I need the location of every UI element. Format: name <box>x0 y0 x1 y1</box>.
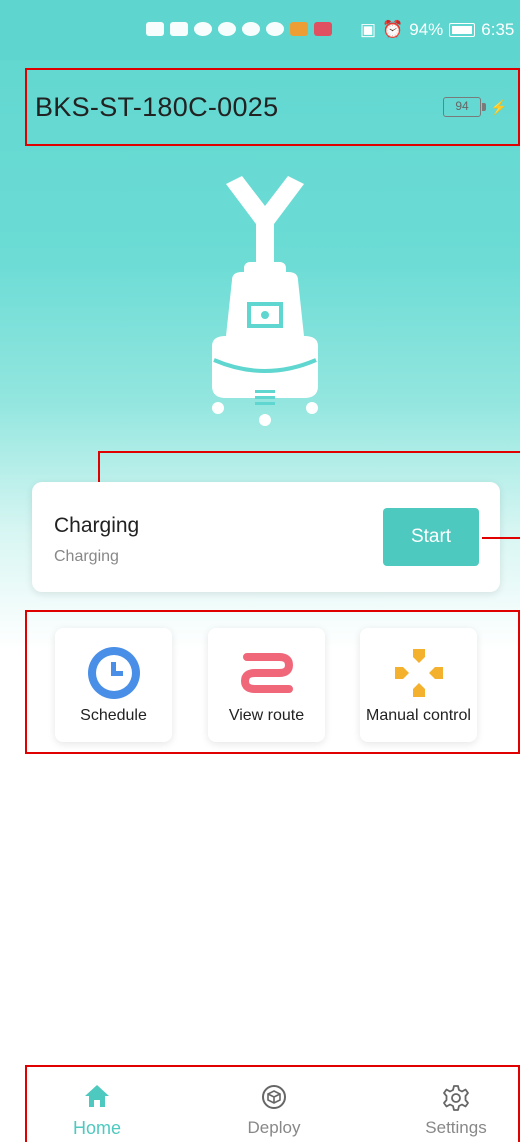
nfc-icon: ▣ <box>360 20 377 39</box>
battery-tip <box>482 103 486 111</box>
schedule-tile[interactable]: Schedule <box>55 628 172 742</box>
nav-settings[interactable]: Settings <box>391 1067 520 1142</box>
gear-icon <box>443 1085 469 1111</box>
dpad-icon <box>395 649 443 697</box>
home-icon <box>85 1085 109 1107</box>
charging-bolt-icon: ⚡ <box>490 99 508 115</box>
hd-icon <box>146 22 164 36</box>
annotation-line <box>482 537 520 539</box>
nav-label-deploy: Deploy <box>247 1118 301 1137</box>
cube-icon <box>262 1085 286 1109</box>
app-icon <box>266 22 284 36</box>
status-right: ▣ ⏰ 94% 6:35 <box>360 20 514 40</box>
start-button[interactable]: Start <box>383 508 479 566</box>
status-card: Charging Charging Start <box>32 482 500 592</box>
clock-time: 6:35 <box>481 20 515 39</box>
taobao-icon <box>290 22 308 36</box>
route-icon <box>240 653 294 693</box>
device-name: BKS-ST-180C-0025 <box>35 92 279 122</box>
battery-percent: 94% <box>409 20 444 39</box>
tile-label: Manual control <box>366 707 471 724</box>
app-screen: ▣ ⏰ 94% 6:35 BKS-ST-180C-0025 94 ⚡ Charg… <box>0 0 520 1142</box>
bottom-navigation: Home Deploy Settings <box>25 1065 520 1142</box>
device-header: BKS-ST-180C-0025 94 ⚡ <box>25 68 520 146</box>
message-icon <box>242 22 260 36</box>
view-route-tile[interactable]: View route <box>208 628 325 742</box>
action-tiles: Schedule View route Manual control <box>25 610 520 754</box>
signal-icon <box>170 22 188 36</box>
system-status-bar: ▣ ⏰ 94% 6:35 <box>0 0 520 60</box>
tile-label: View route <box>228 707 305 724</box>
nav-label-home: Home <box>72 1118 121 1138</box>
robot-battery-indicator: 94 <box>443 97 481 117</box>
nav-home[interactable]: Home <box>32 1067 162 1142</box>
system-battery-icon <box>449 23 476 37</box>
status-subtitle: Charging <box>54 548 119 565</box>
nav-deploy[interactable]: Deploy <box>209 1067 339 1142</box>
huawei-icon <box>314 22 332 36</box>
location-icon <box>218 22 236 36</box>
notification-icons <box>146 22 332 36</box>
manual-control-tile[interactable]: Manual control <box>360 628 477 742</box>
alarm-icon: ⏰ <box>382 20 404 39</box>
wifi-icon <box>194 22 212 36</box>
robot-illustration <box>212 176 318 426</box>
tile-label: Schedule <box>80 707 147 724</box>
clock-icon <box>88 647 140 699</box>
annotation-line <box>98 451 520 453</box>
status-title: Charging <box>54 514 140 537</box>
nav-label-settings: Settings <box>425 1118 487 1137</box>
